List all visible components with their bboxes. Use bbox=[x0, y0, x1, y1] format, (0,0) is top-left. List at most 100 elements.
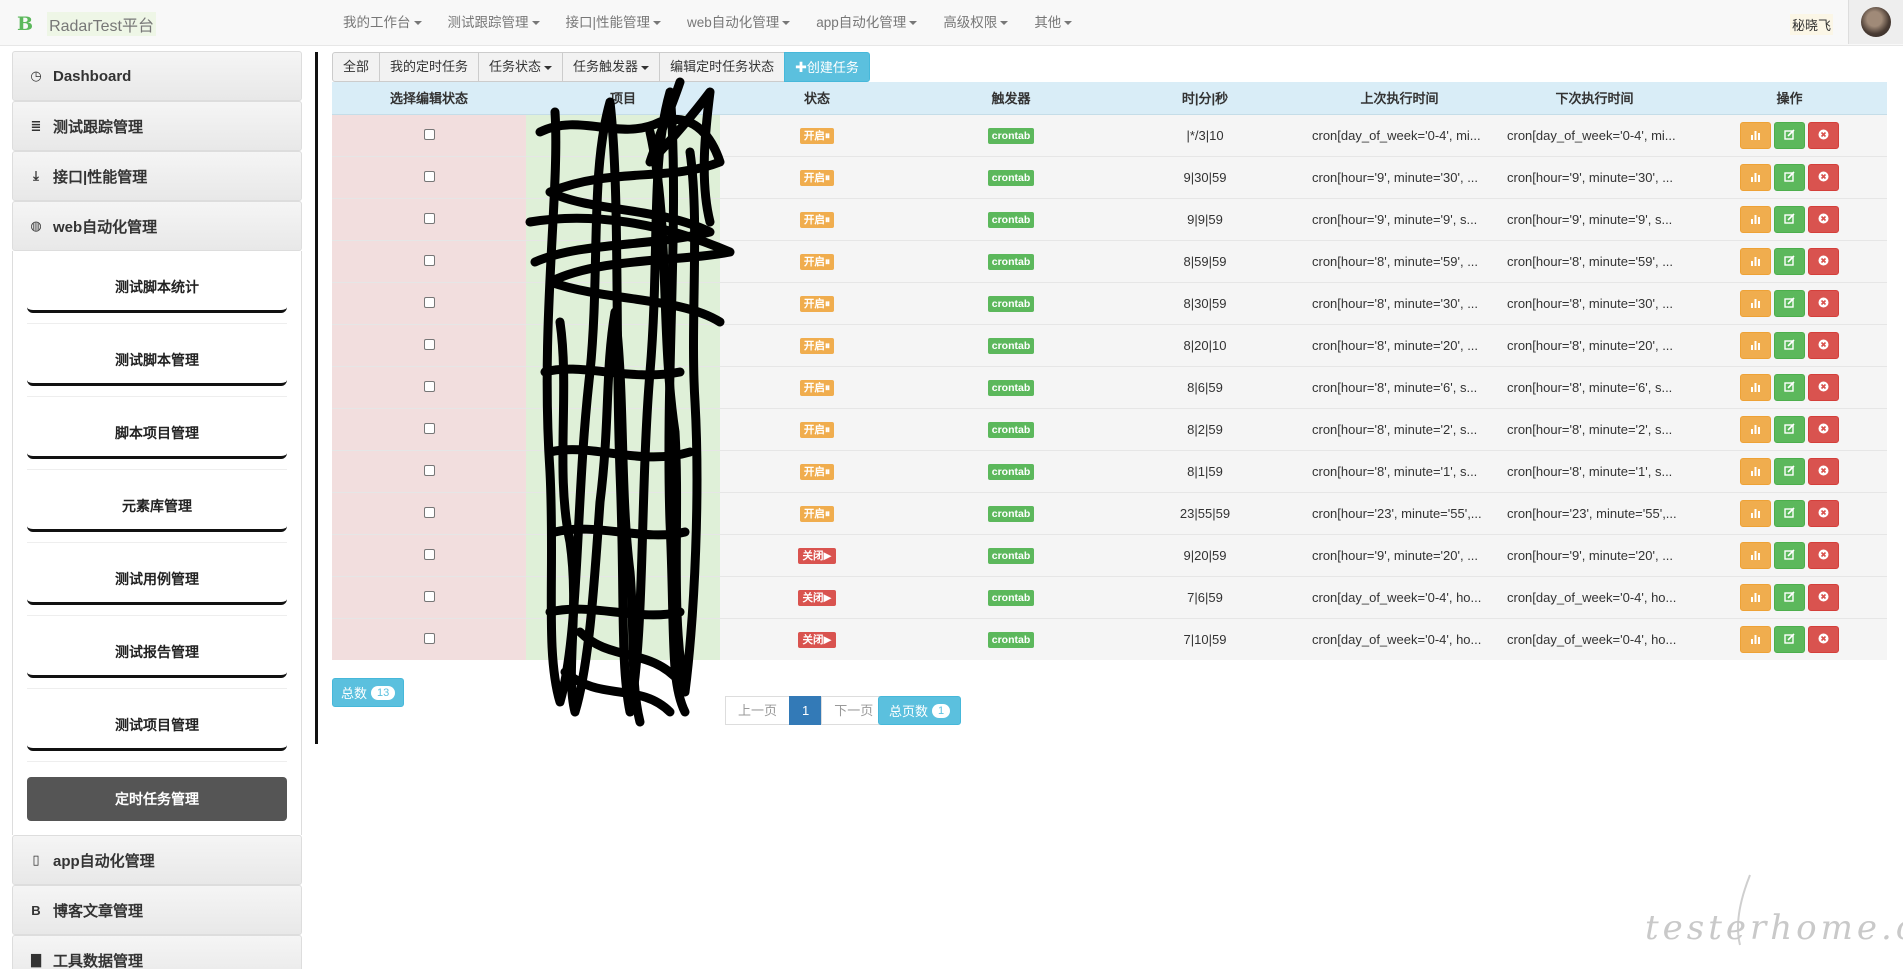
edit-button[interactable] bbox=[1774, 247, 1805, 275]
submenu-test-cases[interactable]: 测试用例管理 bbox=[27, 543, 287, 616]
sidebar-item-web-automation[interactable]: ◍ web自动化管理 bbox=[12, 201, 302, 251]
delete-button[interactable] bbox=[1808, 163, 1839, 191]
edit-button[interactable] bbox=[1774, 457, 1805, 485]
menu-advanced-permissions[interactable]: 高级权限 bbox=[930, 0, 1021, 46]
edit-status-button[interactable]: 编辑定时任务状态 bbox=[659, 52, 786, 82]
filter-mine-button[interactable]: 我的定时任务 bbox=[379, 52, 480, 82]
status-toggle-badge[interactable]: 开启⏸ bbox=[799, 127, 835, 144]
menu-other[interactable]: 其他 bbox=[1021, 0, 1085, 46]
submenu-script-management[interactable]: 测试脚本管理 bbox=[27, 324, 287, 397]
status-dropdown[interactable]: 任务状态 bbox=[478, 52, 564, 82]
page-1-button[interactable]: 1 bbox=[789, 696, 823, 725]
sidebar-item-app-automation[interactable]: ▯ app自动化管理 bbox=[12, 835, 302, 885]
stats-button[interactable] bbox=[1740, 331, 1771, 359]
row-checkbox[interactable] bbox=[423, 128, 435, 140]
status-toggle-badge[interactable]: 关闭▶ bbox=[798, 631, 836, 648]
edit-button[interactable] bbox=[1774, 121, 1805, 149]
stats-button[interactable] bbox=[1740, 415, 1771, 443]
menu-test-tracking[interactable]: 测试跟踪管理 bbox=[435, 0, 553, 46]
status-toggle-badge[interactable]: 开启⏸ bbox=[799, 505, 835, 522]
submenu-script-project[interactable]: 脚本项目管理 bbox=[27, 397, 287, 470]
delete-button[interactable] bbox=[1808, 331, 1839, 359]
delete-button[interactable] bbox=[1808, 415, 1839, 443]
next-page-button[interactable]: 下一页 bbox=[821, 696, 887, 725]
status-toggle-badge[interactable]: 开启⏸ bbox=[799, 211, 835, 228]
menu-my-workbench[interactable]: 我的工作台 bbox=[330, 0, 435, 46]
edit-button[interactable] bbox=[1774, 373, 1805, 401]
status-toggle-badge[interactable]: 开启⏸ bbox=[799, 253, 835, 270]
edit-button[interactable] bbox=[1774, 205, 1805, 233]
status-toggle-badge[interactable]: 关闭▶ bbox=[798, 589, 836, 606]
sidebar-item-tool-data[interactable]: ▇ 工具数据管理 bbox=[12, 935, 302, 969]
submenu-script-stats[interactable]: 测试脚本统计 bbox=[27, 251, 287, 324]
delete-button[interactable] bbox=[1808, 541, 1839, 569]
filter-all-button[interactable]: 全部 bbox=[332, 52, 381, 82]
brand[interactable]: B RadarTest平台 bbox=[17, 12, 156, 36]
row-checkbox[interactable] bbox=[423, 506, 435, 518]
menu-api-performance[interactable]: 接口|性能管理 bbox=[553, 0, 675, 46]
edit-button[interactable] bbox=[1774, 583, 1805, 611]
delete-button[interactable] bbox=[1808, 121, 1839, 149]
stats-button[interactable] bbox=[1740, 499, 1771, 527]
stats-button[interactable] bbox=[1740, 205, 1771, 233]
sidebar-item-blog[interactable]: B 博客文章管理 bbox=[12, 885, 302, 935]
edit-button[interactable] bbox=[1774, 289, 1805, 317]
row-checkbox[interactable] bbox=[423, 338, 435, 350]
edit-button[interactable] bbox=[1774, 331, 1805, 359]
prev-page-button[interactable]: 上一页 bbox=[725, 696, 791, 725]
menu-app-automation[interactable]: app自动化管理 bbox=[803, 0, 930, 46]
row-checkbox[interactable] bbox=[423, 380, 435, 392]
delete-button[interactable] bbox=[1808, 625, 1839, 653]
stats-button[interactable] bbox=[1740, 373, 1771, 401]
total-pages-button[interactable]: 总页数 1 bbox=[878, 696, 962, 725]
sidebar-item-api-performance[interactable]: ⤓ 接口|性能管理 bbox=[12, 151, 302, 201]
delete-button[interactable] bbox=[1808, 457, 1839, 485]
stats-button[interactable] bbox=[1740, 289, 1771, 317]
status-toggle-badge[interactable]: 开启⏸ bbox=[799, 421, 835, 438]
delete-button[interactable] bbox=[1808, 289, 1839, 317]
status-toggle-badge[interactable]: 开启⏸ bbox=[799, 169, 835, 186]
status-toggle-badge[interactable]: 开启⏸ bbox=[799, 295, 835, 312]
total-count-button[interactable]: 总数 13 bbox=[332, 678, 405, 707]
row-checkbox[interactable] bbox=[423, 632, 435, 644]
row-checkbox[interactable] bbox=[423, 590, 435, 602]
delete-button[interactable] bbox=[1808, 499, 1839, 527]
delete-button[interactable] bbox=[1808, 373, 1839, 401]
sidebar-item-dashboard[interactable]: ◷ Dashboard bbox=[12, 51, 302, 101]
delete-button[interactable] bbox=[1808, 247, 1839, 275]
edit-button[interactable] bbox=[1774, 499, 1805, 527]
stats-button[interactable] bbox=[1740, 121, 1771, 149]
stats-button[interactable] bbox=[1740, 583, 1771, 611]
row-checkbox[interactable] bbox=[423, 296, 435, 308]
avatar-button[interactable] bbox=[1848, 0, 1903, 44]
stats-button[interactable] bbox=[1740, 625, 1771, 653]
status-toggle-badge[interactable]: 关闭▶ bbox=[798, 547, 836, 564]
status-toggle-badge[interactable]: 开启⏸ bbox=[799, 379, 835, 396]
row-checkbox[interactable] bbox=[423, 170, 435, 182]
submenu-element-library[interactable]: 元素库管理 bbox=[27, 470, 287, 543]
status-toggle-badge[interactable]: 开启⏸ bbox=[799, 337, 835, 354]
trigger-dropdown[interactable]: 任务触发器 bbox=[562, 52, 661, 82]
row-checkbox[interactable] bbox=[423, 548, 435, 560]
stats-button[interactable] bbox=[1740, 541, 1771, 569]
stats-button[interactable] bbox=[1740, 247, 1771, 275]
submenu-test-reports[interactable]: 测试报告管理 bbox=[27, 616, 287, 689]
delete-button[interactable] bbox=[1808, 583, 1839, 611]
user-name[interactable]: 秘晓飞 bbox=[1790, 14, 1834, 35]
status-toggle-badge[interactable]: 开启⏸ bbox=[799, 463, 835, 480]
row-checkbox[interactable] bbox=[423, 254, 435, 266]
row-checkbox[interactable] bbox=[423, 464, 435, 476]
submenu-scheduled-tasks[interactable]: 定时任务管理 bbox=[27, 776, 287, 821]
submenu-test-projects[interactable]: 测试项目管理 bbox=[27, 689, 287, 762]
row-checkbox[interactable] bbox=[423, 422, 435, 434]
create-task-button[interactable]: ✚创建任务 bbox=[784, 52, 870, 82]
menu-web-automation[interactable]: web自动化管理 bbox=[674, 0, 803, 46]
edit-button[interactable] bbox=[1774, 163, 1805, 191]
sidebar-item-test-tracking[interactable]: ≣ 测试跟踪管理 bbox=[12, 101, 302, 151]
stats-button[interactable] bbox=[1740, 163, 1771, 191]
edit-button[interactable] bbox=[1774, 415, 1805, 443]
edit-button[interactable] bbox=[1774, 541, 1805, 569]
row-checkbox[interactable] bbox=[423, 212, 435, 224]
stats-button[interactable] bbox=[1740, 457, 1771, 485]
edit-button[interactable] bbox=[1774, 625, 1805, 653]
